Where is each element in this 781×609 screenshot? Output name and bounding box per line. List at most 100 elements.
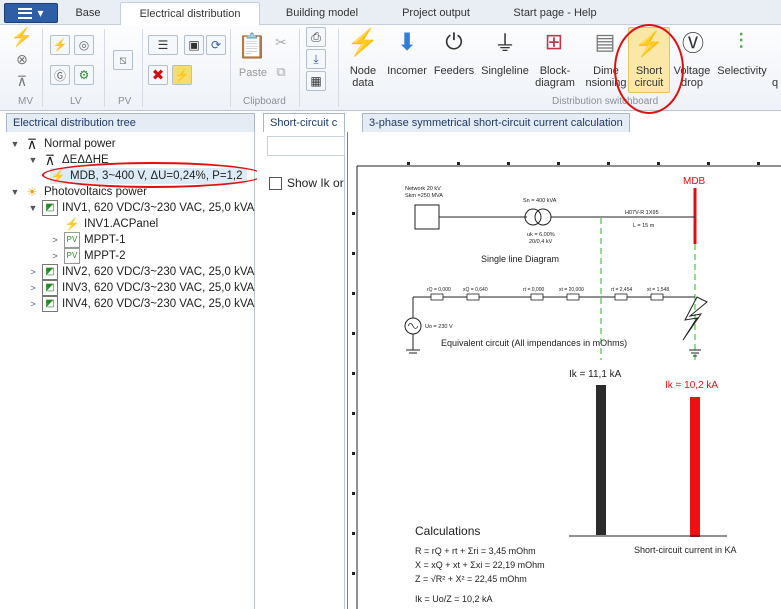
calc-impedance: Z = √R² + X² = 22,45 mOhm: [415, 574, 527, 584]
mv-lightning-icon[interactable]: ⚡: [11, 27, 33, 47]
incomer-button[interactable]: Incomer: [384, 65, 430, 77]
trafo-uk: uk = 6,00%: [527, 232, 555, 238]
bolt-icon: ⚡: [64, 217, 80, 231]
trafo-coil-2: [534, 208, 552, 226]
tower-icon: ⊼: [26, 136, 38, 152]
ribbon-separator: [42, 29, 43, 107]
tree-item-inv4[interactable]: > ◩ INV4, 620 VDC/3~230 VAC, 25,0 kVA,: [28, 296, 254, 312]
group-label-pv: PV: [118, 96, 132, 107]
mdb-label: MDB: [683, 176, 706, 187]
group-label-clipboard: Clipboard: [243, 96, 286, 107]
lv-motor-icon[interactable]: ⚙: [74, 65, 94, 85]
print-icon[interactable]: ⎙: [306, 27, 326, 47]
short-circuit-diagram: MDB Network 20 kV Skm =250 MVA Sn = 400 …: [347, 132, 781, 609]
impedance-rc: rt = 2,454: [611, 287, 632, 293]
calc-reactance: X = xQ + xt + Σxi = 22,19 mOhm: [415, 560, 545, 570]
tree-item-mppt2[interactable]: > PV MPPT-2: [50, 248, 126, 264]
tree-item-normal-power[interactable]: ▼ ⊼ Normal power: [10, 136, 116, 152]
tab-electrical-distribution[interactable]: Electrical distribution: [120, 2, 260, 26]
tab-base[interactable]: Base: [62, 2, 114, 25]
lv-transformer-icon[interactable]: ◎: [74, 35, 94, 55]
calculations-title: Calculations: [415, 524, 480, 538]
copy-clip-icon[interactable]: ⧉: [272, 63, 290, 81]
inverter-icon: ◩: [42, 296, 58, 312]
collapse-icon[interactable]: ▼: [28, 200, 38, 216]
tab-3phase-calc[interactable]: 3-phase symmetrical short-circuit curren…: [362, 113, 630, 133]
impedance-rq: rQ = 0,000: [427, 287, 451, 293]
app-menu-caret: ▾: [37, 6, 44, 20]
tab-short-circuit[interactable]: Short-circuit c: [263, 113, 345, 133]
tab-building-model[interactable]: Building model: [270, 2, 374, 25]
expand-icon[interactable]: >: [28, 264, 38, 280]
ik-value-2: Ik = 10,2 kA: [665, 380, 718, 391]
feeders-button[interactable]: Feeders: [432, 65, 476, 77]
highlight-oval-mdb: [42, 162, 264, 188]
collapse-icon[interactable]: ▼: [10, 136, 20, 152]
group-label-lv: LV: [70, 96, 82, 107]
feeders-icon: ⏻: [445, 29, 463, 54]
show-ik-checkbox[interactable]: [269, 176, 282, 190]
sun-icon: ☀: [26, 185, 38, 199]
tab-start-page-help[interactable]: Start page - Help: [500, 2, 610, 25]
pv-panel-icon[interactable]: ⧅: [113, 50, 133, 70]
tree-item-inv1-acpanel[interactable]: ⚡ INV1.ACPanel: [64, 216, 159, 232]
tree-item-inv1[interactable]: ▼ ◩ INV1, 620 VDC/3~230 VAC, 25,0 kVA,: [28, 200, 254, 216]
show-ik-option[interactable]: Show Ik or: [269, 176, 344, 190]
block-diagram-button[interactable]: Block-diagram: [532, 65, 578, 89]
lv-lightning-icon[interactable]: ⚡: [50, 35, 70, 55]
expand-icon[interactable]: >: [28, 296, 38, 312]
selectivity-button[interactable]: Selectivity: [716, 65, 768, 77]
cable-type: H07V-R 1X95: [625, 210, 659, 216]
incomer-icon: ⬇: [396, 28, 418, 56]
expand-icon[interactable]: >: [50, 248, 60, 264]
short-circuit-options-panel: Show Ik or: [257, 132, 345, 609]
app-menu-button[interactable]: ▾: [4, 3, 58, 23]
table-icon[interactable]: ▦: [306, 71, 326, 91]
collapse-icon[interactable]: ▼: [10, 184, 20, 200]
menu-icon: [18, 7, 33, 19]
disconnect-icon[interactable]: ⚡: [172, 65, 192, 85]
tree-item-mppt1[interactable]: > PV MPPT-1: [50, 232, 126, 248]
cable-length: L = 15 m: [633, 223, 655, 229]
export-icon[interactable]: ⤓: [306, 49, 326, 69]
refresh-icon[interactable]: ⟳: [206, 35, 226, 55]
selectivity-icon: ⫶: [738, 29, 744, 54]
impedance-xt: xt = 20,000: [559, 287, 584, 293]
paste-icon[interactable]: 📋: [237, 31, 267, 61]
expand-icon[interactable]: >: [28, 280, 38, 296]
delete-icon[interactable]: ✖: [148, 65, 168, 85]
tree-item-inv2[interactable]: > ◩ INV2, 620 VDC/3~230 VAC, 25,0 kVA,: [28, 264, 254, 280]
impedance-rt: rt = 0,000: [523, 287, 544, 293]
tower-icon: ⊼: [44, 152, 56, 168]
fault-lightning-icon: [682, 296, 708, 341]
block-diagram-icon: ⊞: [544, 29, 564, 54]
ik-value-1: Ik = 11,1 kA: [569, 369, 622, 380]
ribbon-separator: [299, 29, 300, 107]
copy-icon[interactable]: ▣: [184, 35, 204, 55]
tree-item-inv3[interactable]: > ◩ INV3, 620 VDC/3~230 VAC, 25,0 kVA,: [28, 280, 254, 296]
collapse-icon[interactable]: ▼: [28, 152, 38, 168]
source-voltage: Uo = 230 V: [425, 324, 453, 330]
tab-project-output[interactable]: Project output: [384, 2, 488, 25]
impedance-xq: xQ = 0,640: [463, 287, 488, 293]
trafo-power: Sn = 400 kVA: [523, 198, 557, 204]
expand-icon[interactable]: >: [50, 232, 60, 248]
mv-transformer-icon[interactable]: ⊗: [12, 49, 32, 69]
ik-bar-1: [596, 385, 606, 535]
singleline-button[interactable]: Singleline: [480, 65, 530, 77]
tab-electrical-distribution-tree[interactable]: Electrical distribution tree: [6, 113, 255, 133]
singleline-icon: ⏚: [493, 31, 516, 56]
more-button[interactable]: q: [770, 77, 780, 89]
highlight-oval-short-circuit: [614, 24, 684, 114]
list-icon[interactable]: ☰: [148, 35, 178, 55]
lv-generator-icon[interactable]: Ⓖ: [50, 65, 70, 85]
mv-tower-icon[interactable]: ⊼: [12, 71, 32, 91]
node-data-icon: ⚡: [346, 26, 380, 57]
ribbon-tab-bar: ▾ Base Electrical distribution Building …: [0, 0, 781, 26]
options-field[interactable]: [267, 136, 345, 156]
group-label-mv: MV: [18, 96, 33, 107]
cut-icon[interactable]: ✂: [272, 33, 290, 51]
network-source-box: [414, 204, 440, 230]
node-data-button[interactable]: Node data: [344, 65, 382, 89]
pv-icon: PV: [64, 232, 80, 248]
